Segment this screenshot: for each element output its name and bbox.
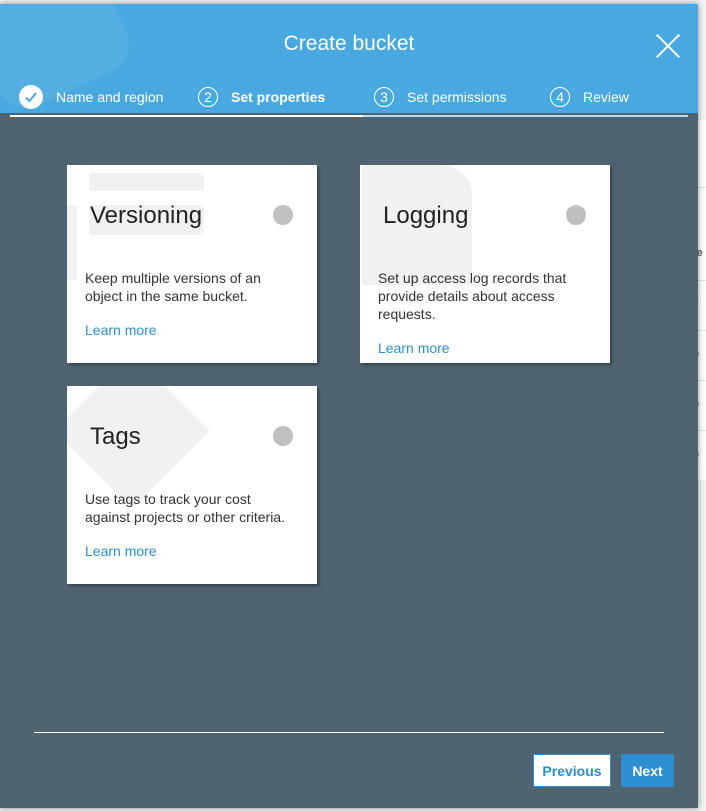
card-description: Use tags to track your cost against proj… xyxy=(85,491,285,525)
step-label: Set properties xyxy=(231,89,326,105)
card-description: Set up access log records that provide d… xyxy=(378,270,567,322)
wizard-steps: Name and region 2 Set properties 3 Set p… xyxy=(10,82,688,112)
card-title: Versioning xyxy=(90,202,203,229)
step-label: Review xyxy=(583,89,629,105)
card-description: Keep multiple versions of an object in t… xyxy=(85,270,261,304)
card-radio-button[interactable] xyxy=(566,205,586,225)
step-number: 3 xyxy=(374,87,394,107)
modal-header: Create bucket Name and region 2 Set prop… xyxy=(0,4,698,113)
check-icon xyxy=(25,92,37,103)
check-circle-icon xyxy=(19,85,43,109)
card-decoration xyxy=(89,173,204,191)
step-label: Set permissions xyxy=(407,89,507,105)
footer-divider xyxy=(34,732,664,733)
create-bucket-modal: Create bucket Name and region 2 Set prop… xyxy=(0,4,698,808)
learn-more-link[interactable]: Learn more xyxy=(85,543,157,559)
card-versioning[interactable]: Versioning Keep multiple versions of an … xyxy=(67,165,317,363)
step-label: Name and region xyxy=(56,89,164,105)
next-button[interactable]: Next xyxy=(621,754,674,787)
step-review[interactable]: 4 Review xyxy=(550,82,629,112)
step-set-permissions[interactable]: 3 Set permissions xyxy=(374,82,507,112)
modal-title: Create bucket xyxy=(283,32,415,55)
previous-button[interactable]: Previous xyxy=(533,754,611,787)
card-title: Tags xyxy=(90,423,141,450)
card-radio-button[interactable] xyxy=(273,205,293,225)
learn-more-link[interactable]: Learn more xyxy=(378,340,450,356)
card-title: Logging xyxy=(383,202,469,229)
card-tags[interactable]: Tags Use tags to track your cost against… xyxy=(67,386,317,584)
learn-more-link[interactable]: Learn more xyxy=(85,322,157,338)
step-name-and-region[interactable]: Name and region xyxy=(19,82,164,112)
card-decoration xyxy=(67,205,77,280)
card-radio-button[interactable] xyxy=(273,426,293,446)
close-icon[interactable] xyxy=(654,32,682,60)
step-number: 2 xyxy=(198,87,218,107)
card-logging[interactable]: Logging Set up access log records that p… xyxy=(360,165,610,363)
step-set-properties[interactable]: 2 Set properties xyxy=(198,82,325,112)
step-number: 4 xyxy=(550,87,570,107)
steps-remaining-line xyxy=(363,115,688,117)
